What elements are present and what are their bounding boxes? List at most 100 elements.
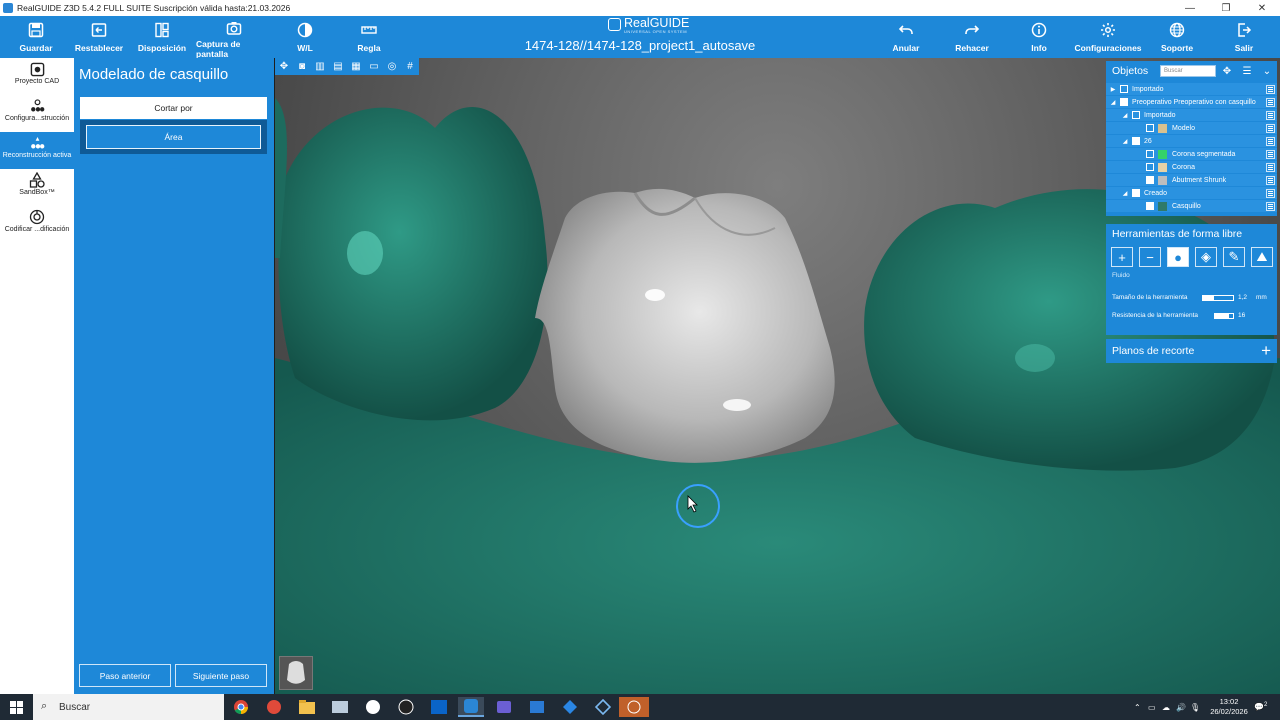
- object-row[interactable]: ◢ Preoperativo Preoperativo con casquill…: [1106, 96, 1277, 109]
- start-button[interactable]: [0, 694, 32, 720]
- row-menu-icon[interactable]: [1266, 124, 1275, 133]
- row-menu-icon[interactable]: [1266, 176, 1275, 185]
- cut-planes-panel[interactable]: Planos de recorte +: [1106, 339, 1277, 363]
- target-icon[interactable]: ◎: [383, 58, 401, 75]
- notifications-icon[interactable]: 💬2: [1254, 702, 1280, 712]
- area-button[interactable]: Área: [86, 125, 261, 149]
- object-checkbox[interactable]: [1146, 150, 1154, 158]
- object-checkbox[interactable]: [1132, 189, 1140, 197]
- scene-tool-icon[interactable]: ⛰: [1251, 247, 1273, 267]
- row-menu-icon[interactable]: [1266, 85, 1275, 94]
- tool-size-slider[interactable]: [1202, 295, 1234, 301]
- object-row[interactable]: ◢ Creado: [1106, 187, 1277, 200]
- close-button[interactable]: ✕: [1244, 0, 1280, 16]
- object-row[interactable]: Abutment Shrunk: [1106, 174, 1277, 187]
- rail-item-reconstruction-config[interactable]: Configura...strucción: [0, 95, 74, 132]
- row-menu-icon[interactable]: [1266, 163, 1275, 172]
- chevron-down-icon[interactable]: ⌄: [1260, 64, 1274, 78]
- previous-step-button[interactable]: Paso anterior: [79, 664, 171, 687]
- tray-chevron-icon[interactable]: ⌃: [1134, 703, 1148, 712]
- wl-button[interactable]: W/L: [290, 16, 320, 58]
- add-plane-icon[interactable]: +: [1261, 341, 1271, 361]
- file-explorer-icon[interactable]: [294, 697, 320, 717]
- app-icon[interactable]: [557, 697, 583, 717]
- move-view-icon[interactable]: ✥: [275, 58, 293, 75]
- ruler-button[interactable]: Regla: [352, 16, 386, 58]
- rail-item-sandbox[interactable]: SandBox™: [0, 169, 74, 206]
- reset-button[interactable]: Restablecer: [75, 16, 123, 58]
- save-button[interactable]: Guardar: [16, 16, 56, 58]
- expand-icon[interactable]: ▶: [1109, 86, 1117, 93]
- settings-button[interactable]: Configuraciones: [1074, 16, 1142, 58]
- object-row[interactable]: ◢ 26: [1106, 135, 1277, 148]
- object-checkbox[interactable]: [1132, 137, 1140, 145]
- undo-button[interactable]: Anular: [886, 16, 926, 58]
- obs-app-icon[interactable]: [393, 697, 419, 717]
- object-checkbox[interactable]: [1146, 163, 1154, 171]
- app-icon[interactable]: [524, 697, 550, 717]
- object-thumbnail[interactable]: [279, 656, 313, 690]
- maximize-button[interactable]: ❐: [1208, 0, 1244, 16]
- rail-item-coding[interactable]: Codificar ...dificación: [0, 206, 74, 243]
- view-front-icon[interactable]: ▥: [311, 58, 329, 75]
- layout-button[interactable]: Disposición: [138, 16, 186, 58]
- move-icon[interactable]: ✥: [1220, 64, 1234, 78]
- camera-snapshot-icon[interactable]: ◙: [293, 58, 311, 75]
- object-checkbox[interactable]: [1120, 98, 1128, 106]
- tab-cut-by[interactable]: Cortar por: [80, 97, 267, 119]
- object-row[interactable]: Modelo: [1106, 122, 1277, 135]
- teams-app-icon[interactable]: [491, 697, 517, 717]
- mail-app-icon[interactable]: [327, 697, 353, 717]
- row-menu-icon[interactable]: [1266, 189, 1275, 198]
- minimize-button[interactable]: —: [1172, 0, 1208, 16]
- object-row[interactable]: Corona: [1106, 161, 1277, 174]
- grid-icon[interactable]: #: [401, 58, 419, 75]
- fill-bucket-icon[interactable]: ◈: [1195, 247, 1217, 267]
- row-menu-icon[interactable]: [1266, 111, 1275, 120]
- view-side-icon[interactable]: ▦: [347, 58, 365, 75]
- realguide-taskbar-icon[interactable]: [458, 697, 484, 717]
- collapse-icon[interactable]: ◢: [1109, 99, 1117, 106]
- browser-app-icon[interactable]: [261, 697, 287, 717]
- info-button[interactable]: Info: [1024, 16, 1054, 58]
- chrome-app-icon[interactable]: [228, 697, 254, 717]
- object-row[interactable]: ▶ Importado: [1106, 83, 1277, 96]
- taskbar-search-input[interactable]: ⌕ Buscar: [33, 694, 224, 720]
- row-menu-icon[interactable]: [1266, 98, 1275, 107]
- rail-item-active-reconstruction[interactable]: Reconstrucción activa: [0, 132, 74, 169]
- collapse-icon[interactable]: ◢: [1121, 112, 1129, 119]
- volume-icon[interactable]: 🔊: [1176, 703, 1190, 712]
- tool-strength-slider[interactable]: [1214, 313, 1234, 319]
- collapse-icon[interactable]: ◢: [1121, 138, 1129, 145]
- list-menu-icon[interactable]: ☰: [1240, 64, 1254, 78]
- view-top-icon[interactable]: ▤: [329, 58, 347, 75]
- next-step-button[interactable]: Siguiente paso: [175, 664, 267, 687]
- remove-material-icon[interactable]: −: [1139, 247, 1161, 267]
- network-icon[interactable]: ▭: [1148, 703, 1162, 712]
- object-checkbox[interactable]: [1120, 85, 1128, 93]
- add-material-icon[interactable]: +: [1111, 247, 1133, 267]
- microphone-icon[interactable]: 🎙: [1190, 703, 1204, 712]
- object-checkbox[interactable]: [1146, 202, 1154, 210]
- exit-button[interactable]: Salir: [1230, 16, 1258, 58]
- brush-icon[interactable]: ✎: [1223, 247, 1245, 267]
- row-menu-icon[interactable]: [1266, 202, 1275, 211]
- view-bottom-icon[interactable]: ▭: [365, 58, 383, 75]
- object-row[interactable]: Corona segmentada: [1106, 148, 1277, 161]
- row-menu-icon[interactable]: [1266, 137, 1275, 146]
- onedrive-icon[interactable]: ☁: [1162, 703, 1176, 712]
- app-icon[interactable]: [360, 697, 386, 717]
- row-menu-icon[interactable]: [1266, 150, 1275, 159]
- outlook-app-icon[interactable]: [426, 697, 452, 717]
- recording-app-icon[interactable]: [619, 697, 649, 717]
- object-row[interactable]: ◢ Importado: [1106, 109, 1277, 122]
- redo-button[interactable]: Rehacer: [950, 16, 994, 58]
- objects-search-input[interactable]: Buscar: [1160, 65, 1216, 77]
- app-icon[interactable]: [590, 697, 616, 717]
- object-checkbox[interactable]: [1146, 124, 1154, 132]
- smooth-tool-icon[interactable]: ●: [1167, 247, 1189, 267]
- object-checkbox[interactable]: [1132, 111, 1140, 119]
- object-checkbox[interactable]: [1146, 176, 1154, 184]
- screenshot-button[interactable]: Captura de pantalla: [196, 16, 272, 59]
- support-button[interactable]: Soporte: [1160, 16, 1194, 58]
